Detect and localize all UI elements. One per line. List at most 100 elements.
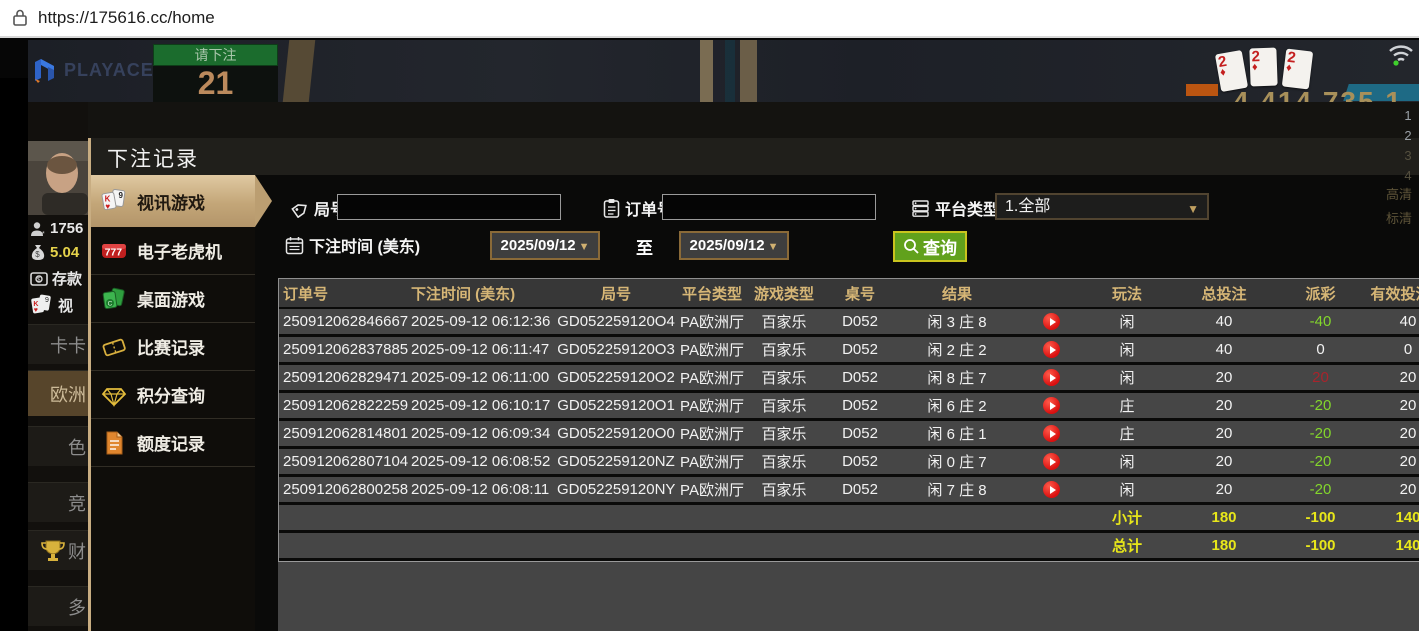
sidebar-item-label: 额度记录	[137, 430, 205, 455]
cell-valid: 20	[1358, 369, 1419, 386]
cell-time: 2025-09-12 06:11:47	[407, 341, 557, 358]
video-games-entry[interactable]: 9K♥ 视	[30, 294, 73, 316]
cell-time: 2025-09-12 06:12:36	[407, 313, 557, 330]
subtotal-row-playtype: 小计	[1089, 507, 1165, 528]
playing-card: 2♦	[1249, 48, 1277, 87]
column-header: 平台类型	[675, 283, 749, 304]
column-header: 局号	[557, 283, 675, 304]
replay-button[interactable]	[1043, 341, 1060, 358]
quality-sd: 标清	[1386, 208, 1412, 232]
table-games-icon: C	[101, 286, 127, 312]
date-from-picker[interactable]: 2025/09/12▼	[490, 231, 600, 260]
cell-valid: 20	[1358, 425, 1419, 442]
cell-order: 250912062822259	[279, 397, 407, 414]
wifi-icon	[1386, 42, 1416, 71]
cell-order: 250912062829471	[279, 369, 407, 386]
order-number-input[interactable]	[662, 194, 876, 220]
search-button[interactable]: 查询	[893, 231, 967, 262]
ticket-icon	[101, 334, 127, 360]
column-header: 桌号	[819, 283, 901, 304]
column-header: 订单号	[279, 283, 407, 304]
browser-address-bar[interactable]: https://175616.cc/home	[0, 0, 1419, 38]
svg-text:9: 9	[45, 297, 49, 304]
table-empty-area	[278, 561, 1419, 631]
cell-result: 闲 0 庄 7	[901, 451, 1013, 472]
column-header: 派彩	[1283, 283, 1358, 304]
cell-game: 百家乐	[749, 367, 819, 388]
round-number-input[interactable]	[337, 194, 561, 220]
column-header: 结果	[901, 283, 1013, 304]
modal-content: 局号 订单号 平台类型 1.全部 ▼	[255, 175, 1419, 631]
bet-countdown: 请下注 21	[153, 44, 278, 102]
url-text[interactable]: https://175616.cc/home	[38, 8, 215, 28]
cell-payout: -20	[1283, 425, 1358, 442]
cell-table: D052	[819, 453, 901, 470]
sidebar-item-slots[interactable]: 777 电子老虎机	[91, 227, 255, 275]
lobby-tab-sedie[interactable]: 色	[28, 426, 88, 466]
video-quality-selector[interactable]: 高清 标清	[1386, 184, 1412, 232]
countdown-number: 21	[198, 65, 234, 101]
bet-records-table: 订单号下注时间 (美东)局号平台类型游戏类型桌号结果玩法总投注派彩有效投注额25…	[278, 278, 1419, 561]
table-row: 2509120628222592025-09-12 06:10:17GD0522…	[279, 393, 1419, 418]
background-band	[28, 102, 1419, 142]
deposit-button[interactable]: $ 存款	[30, 268, 82, 289]
chevron-down-icon: ▼	[1187, 198, 1199, 221]
tag-icon	[290, 199, 309, 218]
cell-bet: 40	[1165, 341, 1283, 358]
svg-text:♥: ♥	[34, 307, 38, 314]
total-row-payout: -100	[1283, 537, 1358, 554]
cell-table: D052	[819, 341, 901, 358]
cell-playtype: 闲	[1089, 367, 1165, 388]
sidebar-item-points-query[interactable]: 积分查询	[91, 371, 255, 419]
cell-round: GD052259120NZ	[557, 453, 675, 470]
diamond-icon	[101, 382, 127, 408]
lobby-tab-europe[interactable]: 欧洲	[28, 370, 88, 416]
trophy-icon	[40, 539, 66, 563]
cell-play	[1013, 481, 1089, 499]
sidebar-item-match-records[interactable]: 比赛记录	[91, 323, 255, 371]
cell-valid: 20	[1358, 481, 1419, 498]
cell-order: 250912062846667	[279, 313, 407, 330]
table-row: 2509120628294712025-09-12 06:11:00GD0522…	[279, 365, 1419, 390]
cell-game: 百家乐	[749, 479, 819, 500]
replay-button[interactable]	[1043, 425, 1060, 442]
replay-button[interactable]	[1043, 453, 1060, 470]
playace-logo-icon	[32, 57, 58, 83]
table-row: 2509120628378852025-09-12 06:11:47GD0522…	[279, 337, 1419, 362]
replay-button[interactable]	[1043, 313, 1060, 330]
sidebar-item-video-games[interactable]: 9K♥ 视讯游戏	[91, 175, 255, 227]
cell-bet: 20	[1165, 481, 1283, 498]
platform-type-select[interactable]: 1.全部 ▼	[995, 193, 1209, 220]
sidebar-item-label: 积分查询	[137, 382, 205, 407]
sidebar-item-table-games[interactable]: C 桌面游戏	[91, 275, 255, 323]
date-to-picker[interactable]: 2025/09/12▼	[679, 231, 789, 260]
replay-button[interactable]	[1043, 397, 1060, 414]
lobby-tab-jingmi[interactable]: 竞	[28, 482, 88, 522]
avatar[interactable]	[28, 141, 88, 215]
cell-bet: 20	[1165, 369, 1283, 386]
modal-title: 下注记录	[107, 143, 199, 173]
replay-button[interactable]	[1043, 481, 1060, 498]
svg-text:*: *	[42, 231, 45, 237]
svg-text:9: 9	[119, 191, 124, 200]
cell-order: 250912062800258	[279, 481, 407, 498]
modal-sidebar: 9K♥ 视讯游戏 777 电子老虎机 C 桌面游戏	[91, 175, 255, 631]
cell-game: 百家乐	[749, 339, 819, 360]
cell-playtype: 庄	[1089, 423, 1165, 444]
replay-button[interactable]	[1043, 369, 1060, 386]
chevron-down-icon: ▼	[768, 241, 779, 253]
lobby-tab-kaka[interactable]: 卡卡	[28, 324, 88, 364]
playing-card: 2♦	[1282, 48, 1313, 89]
lobby-tab-caishen[interactable]: 财	[28, 530, 88, 570]
cell-order: 250912062814801	[279, 425, 407, 442]
cell-payout: 20	[1283, 369, 1358, 386]
user-icon: *	[30, 221, 46, 237]
table-row: 2509120628466672025-09-12 06:12:36GD0522…	[279, 309, 1419, 334]
lock-icon[interactable]	[12, 9, 28, 32]
video-line-selector[interactable]: 1 2 3 4	[1398, 108, 1418, 188]
sidebar-item-quota-records[interactable]: 额度记录	[91, 419, 255, 467]
bet-time-label: 下注时间 (美东)	[285, 233, 420, 257]
lobby-tab-duotai[interactable]: 多	[28, 586, 88, 626]
cell-payout: -20	[1283, 453, 1358, 470]
column-header: 游戏类型	[749, 283, 819, 304]
